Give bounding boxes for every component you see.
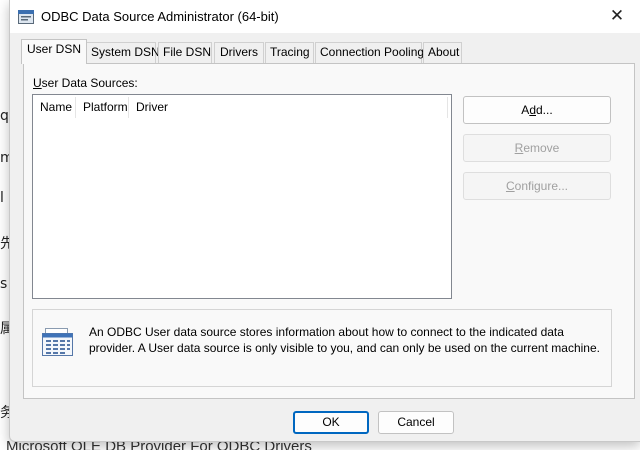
tab-tracing[interactable]: Tracing bbox=[265, 42, 314, 63]
tab-file-dsn[interactable]: File DSN bbox=[158, 42, 212, 63]
tab-label: User DSN bbox=[26, 42, 81, 56]
tab-label: System DSN bbox=[91, 45, 160, 59]
mnemonic-letter: U bbox=[33, 76, 42, 90]
tab-system-dsn[interactable]: System DSN bbox=[86, 42, 160, 63]
data-source-info-icon bbox=[41, 327, 75, 357]
tab-drivers[interactable]: Drivers bbox=[214, 42, 264, 63]
tab-about[interactable]: About bbox=[423, 42, 462, 63]
configure-button[interactable]: Configure... bbox=[463, 172, 611, 200]
user-dsn-panel: User Data Sources: Name Platform Driver … bbox=[23, 63, 635, 399]
tab-label: Connection Pooling bbox=[320, 45, 425, 59]
close-icon[interactable]: ✕ bbox=[606, 6, 628, 26]
info-description: An ODBC User data source stores informat… bbox=[89, 325, 600, 355]
button-text: onfigure... bbox=[514, 179, 569, 193]
ok-button[interactable]: OK bbox=[293, 411, 369, 434]
title-bar[interactable]: ODBC Data Source Administrator (64-bit) … bbox=[10, 0, 640, 33]
user-data-sources-list[interactable]: Name Platform Driver bbox=[32, 94, 452, 299]
cancel-button[interactable]: Cancel bbox=[378, 411, 454, 434]
tab-connection-pooling[interactable]: Connection Pooling bbox=[315, 42, 425, 63]
tab-label: About bbox=[428, 45, 460, 59]
mnemonic-letter: d bbox=[529, 103, 536, 117]
odbc-app-icon bbox=[18, 10, 34, 24]
add-button[interactable]: Add... bbox=[463, 96, 611, 124]
button-text: d... bbox=[536, 103, 553, 117]
tab-user-dsn[interactable]: User DSN bbox=[21, 39, 87, 64]
column-header-platform[interactable]: Platform bbox=[76, 95, 128, 120]
tab-label: Drivers bbox=[220, 45, 258, 59]
mnemonic-letter: C bbox=[505, 179, 515, 193]
tab-label: Tracing bbox=[270, 45, 310, 59]
user-data-sources-label: User Data Sources: bbox=[33, 76, 138, 90]
mnemonic-letter: R bbox=[514, 141, 524, 155]
column-header-driver[interactable]: Driver bbox=[129, 95, 209, 120]
info-groupbox: An ODBC User data source stores informat… bbox=[32, 309, 612, 387]
column-separator[interactable] bbox=[447, 97, 448, 118]
remove-button[interactable]: Remove bbox=[463, 134, 611, 162]
button-text: emove bbox=[523, 141, 560, 155]
label-text: ser Data Sources: bbox=[41, 76, 138, 90]
window-title: ODBC Data Source Administrator (64-bit) bbox=[41, 9, 279, 24]
tab-label: File DSN bbox=[163, 45, 212, 59]
odbc-dialog-window: ODBC Data Source Administrator (64-bit) … bbox=[9, 0, 640, 442]
column-header-name[interactable]: Name bbox=[33, 95, 75, 120]
